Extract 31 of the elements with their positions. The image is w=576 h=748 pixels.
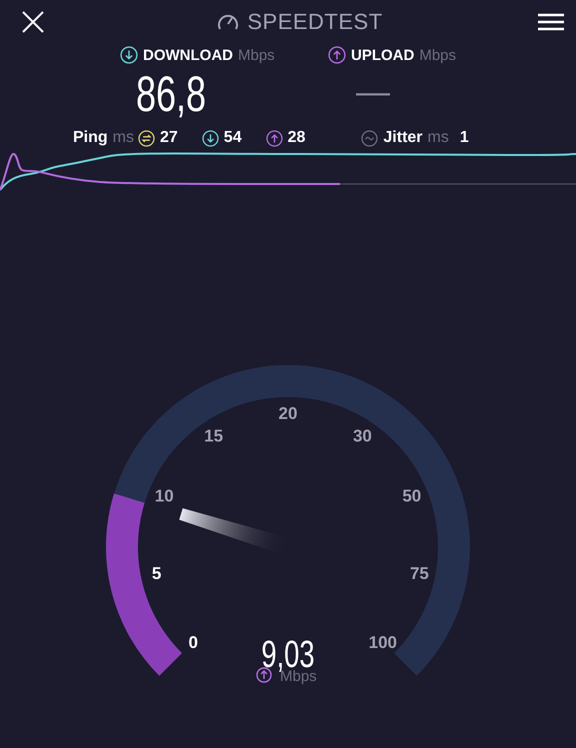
result-label: DOWNLOAD — [143, 46, 233, 64]
unit-label: Mbps — [238, 46, 275, 64]
scale-label: 0 — [188, 632, 198, 652]
close-button[interactable] — [22, 11, 44, 33]
ping-arrows-icon — [138, 130, 155, 146]
menu-icon — [538, 13, 564, 31]
close-icon — [22, 11, 44, 33]
download-speed-value: 86,8 — [136, 66, 206, 122]
jitter-value: 1 — [460, 129, 469, 147]
scale-label: 75 — [410, 564, 429, 584]
ping-value: 27 — [160, 129, 178, 147]
speedometer-icon — [217, 12, 240, 32]
ping-value: 54 — [224, 129, 242, 147]
ping-value: 28 — [288, 129, 306, 147]
unit-label: Mbps — [419, 46, 456, 64]
scale-label: 50 — [402, 486, 422, 506]
result-label: UPLOAD — [351, 46, 414, 64]
unit-label: ms — [112, 129, 134, 147]
scale-label: 20 — [278, 404, 298, 423]
scale-label: 15 — [204, 426, 224, 446]
scale-label: 10 — [154, 486, 174, 506]
jitter-icon — [361, 130, 378, 146]
jitter-label: Jitter — [383, 129, 423, 147]
unit-label: ms — [428, 129, 449, 147]
menu-button[interactable] — [538, 13, 564, 31]
scale-label: 5 — [152, 564, 162, 584]
upload-speed-value: — — [356, 72, 390, 113]
ping-label: Ping — [73, 129, 108, 147]
app-title: SPEEDTEST — [247, 9, 383, 35]
scale-label: 100 — [368, 632, 397, 652]
scale-label: 30 — [352, 426, 372, 446]
